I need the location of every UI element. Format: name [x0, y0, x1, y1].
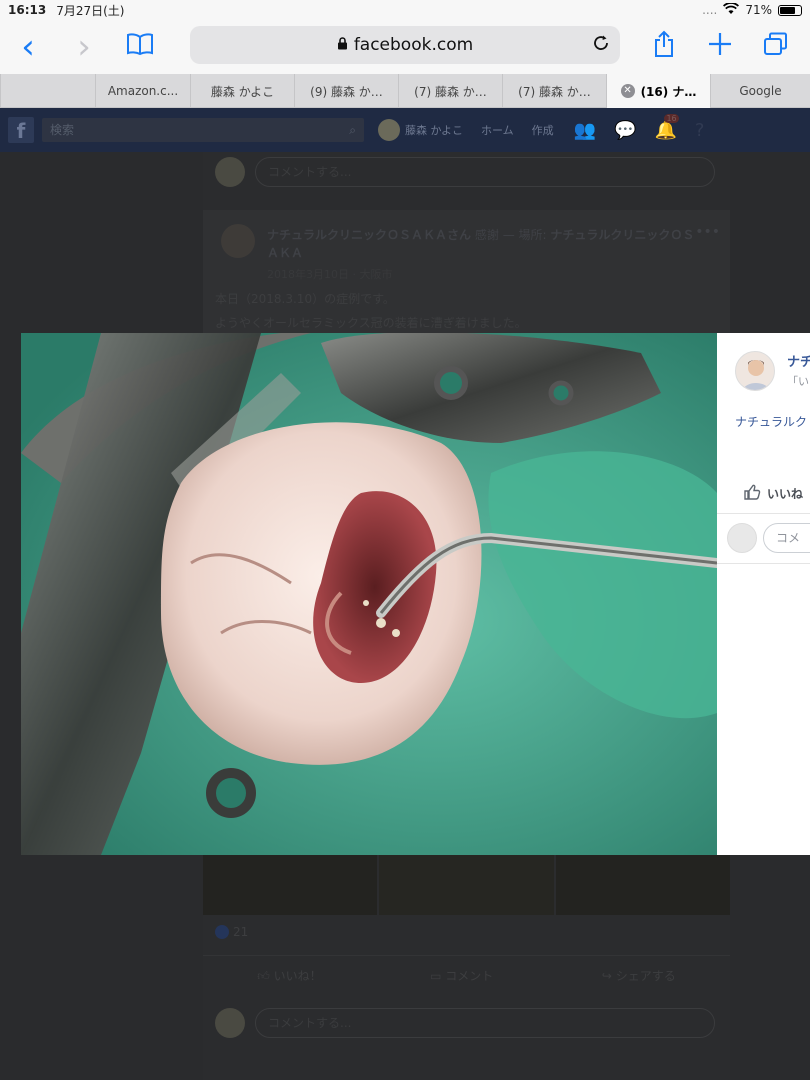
- home-link[interactable]: ホーム: [481, 122, 514, 138]
- forward-button[interactable]: ›: [56, 27, 112, 67]
- avatar: [727, 523, 757, 553]
- facebook-header-icons: 👥 💬 🔔 16 ?: [574, 113, 705, 141]
- close-tab-icon[interactable]: ✕: [620, 84, 635, 98]
- browser-toolbar: ‹ › facebook.com: [0, 20, 810, 74]
- dental-photo: [21, 333, 717, 855]
- facebook-profile-link[interactable]: 藤森 かよこ: [378, 119, 463, 141]
- comment-input[interactable]: コメントする...: [255, 1008, 715, 1038]
- share-button[interactable]: ↪ シェアする: [602, 967, 676, 984]
- battery-percent: 71%: [745, 3, 772, 17]
- post-text-2: ようやくオールセラミックス冠の装着に漕ぎ着けました。: [215, 316, 527, 330]
- share-arrow-icon: ↪: [601, 969, 616, 983]
- tab-fujimori-7a[interactable]: (7) 藤森 か…: [398, 74, 502, 108]
- like-reaction-icon: [215, 925, 229, 939]
- photo-info-panel: ナチ 「い ナチュラルク いいね コメ: [717, 333, 810, 855]
- share-icon[interactable]: [636, 30, 692, 65]
- address-bar[interactable]: facebook.com: [190, 26, 620, 64]
- post-card: ナチュラルクリニックＯＳＡＫＡさん 感謝 — 場所: ナチュラルクリニックＯＳＡ…: [203, 210, 730, 333]
- avatar: [378, 119, 400, 141]
- post-date: 2018年3月10日 · 大阪市: [267, 268, 393, 281]
- tab-bar: Amazon.c... 藤森 かよこ (9) 藤森 か… (7) 藤森 か… (…: [0, 74, 810, 108]
- panel-like-button[interactable]: いいね: [743, 483, 803, 504]
- create-link[interactable]: 作成: [532, 122, 554, 138]
- post-thumbnails: [203, 855, 730, 915]
- avatar: [215, 157, 245, 187]
- status-time: 16:13: [8, 3, 47, 17]
- lock-icon: [337, 36, 348, 54]
- wifi-icon: [723, 1, 740, 18]
- thumbnail[interactable]: [379, 855, 554, 915]
- tab-0[interactable]: [0, 74, 95, 108]
- facebook-header: f 検索 ⌕ 藤森 かよこ ホーム 作成 👥 💬 🔔 16 ?: [0, 108, 810, 152]
- reaction-summary[interactable]: 21: [215, 925, 248, 939]
- panel-comment-input[interactable]: コメ: [763, 523, 810, 553]
- page-link[interactable]: ナチュラルク: [735, 413, 807, 430]
- post-author[interactable]: ナチュラルクリニックＯＳＡＫＡさん: [267, 228, 471, 242]
- post-avatar: [221, 224, 255, 258]
- post-header: ナチュラルクリニックＯＳＡＫＡさん 感謝 — 場所: ナチュラルクリニックＯＳＡ…: [267, 228, 695, 260]
- thumbnail[interactable]: [203, 855, 378, 915]
- post-text-1: 本日（2018.3.10）の症例です。: [215, 292, 395, 306]
- reload-icon[interactable]: [592, 33, 610, 57]
- notifications-icon[interactable]: 🔔 16: [654, 113, 679, 141]
- tab-google[interactable]: Google: [710, 74, 810, 108]
- back-button[interactable]: ‹: [0, 27, 56, 67]
- divider: [717, 563, 810, 564]
- thumbnail[interactable]: [555, 855, 730, 915]
- panel-subtext: 「い: [787, 375, 809, 388]
- comment-row-bottom: コメントする...: [215, 1008, 715, 1038]
- status-bar: 16:13 7月27日(土) .... 71%: [0, 0, 810, 20]
- tabs-overview-icon[interactable]: [748, 31, 804, 64]
- search-icon: ⌕: [349, 123, 356, 137]
- friends-icon[interactable]: 👥: [574, 120, 596, 141]
- comment-row-top: コメントする...: [215, 157, 715, 187]
- tab-fujimori[interactable]: 藤森 かよこ: [190, 74, 294, 108]
- bookmarks-icon[interactable]: [112, 32, 168, 63]
- thumbs-up-icon: 👍︎: [257, 969, 274, 983]
- panel-comment-row: コメ: [727, 523, 810, 553]
- url-text: facebook.com: [353, 35, 474, 55]
- notification-badge: 16: [664, 113, 679, 123]
- tab-active-natural[interactable]: ✕ (16) ナ…: [606, 74, 710, 108]
- tab-fujimori-7b[interactable]: (7) 藤森 か…: [502, 74, 606, 108]
- page-name[interactable]: ナチ: [787, 351, 810, 370]
- tab-fujimori-9[interactable]: (9) 藤森 か…: [294, 74, 398, 108]
- comment-button[interactable]: ▭ コメント: [430, 967, 493, 984]
- help-icon[interactable]: ?: [695, 120, 705, 141]
- divider: [717, 513, 810, 514]
- photo-viewer-image[interactable]: [21, 333, 717, 855]
- tab-amazon[interactable]: Amazon.c...: [95, 74, 190, 108]
- post-actions: 👍︎ いいね！ ▭ コメント ↪ シェアする: [203, 955, 730, 995]
- comment-icon: ▭: [430, 969, 446, 983]
- facebook-search-input[interactable]: 検索 ⌕: [42, 118, 364, 142]
- page-avatar[interactable]: [735, 351, 775, 391]
- avatar: [215, 1008, 245, 1038]
- comment-input[interactable]: コメントする...: [255, 157, 715, 187]
- status-date: 7月27日(土): [56, 3, 125, 18]
- status-right: .... 71%: [702, 1, 802, 18]
- reaction-count: 21: [233, 925, 249, 939]
- facebook-logo[interactable]: f: [8, 117, 34, 143]
- like-button[interactable]: 👍︎ いいね！: [257, 967, 321, 984]
- messenger-icon[interactable]: 💬: [614, 120, 636, 141]
- post-feeling: 感謝: [474, 228, 499, 242]
- signal-dots: ....: [702, 3, 718, 17]
- post-menu-icon[interactable]: •••: [695, 224, 720, 240]
- battery-icon: [778, 4, 802, 16]
- toolbar-right: [636, 20, 804, 74]
- new-tab-icon[interactable]: [692, 31, 748, 64]
- thumbs-up-icon: [743, 483, 761, 504]
